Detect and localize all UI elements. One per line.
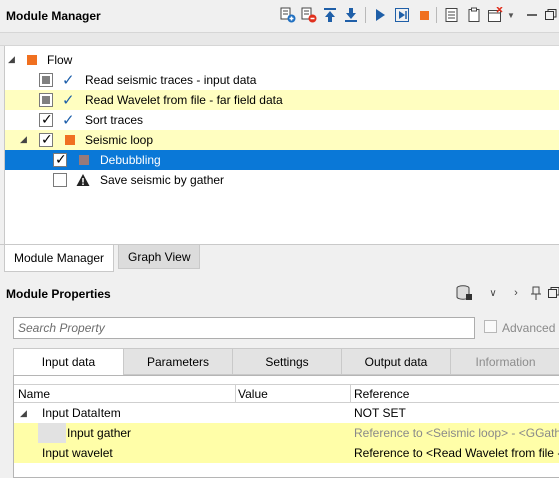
tree-item-label: Read seismic traces - input data: [85, 73, 257, 87]
module-manager-title: Module Manager: [6, 9, 101, 23]
expand-caret-icon[interactable]: ◢: [20, 134, 30, 144]
flow-icon: [27, 55, 37, 65]
property-name: Input gather: [67, 426, 132, 440]
move-down-icon[interactable]: [343, 7, 359, 23]
module-tree[interactable]: ◢ Flow ✓ Read seismic traces - input dat…: [4, 46, 559, 244]
tree-item-read-wavelet[interactable]: ✓ Read Wavelet from file - far field dat…: [5, 90, 559, 110]
module-manager-strip: [0, 32, 559, 46]
property-name: Input DataItem: [42, 406, 121, 420]
module-manager-tabs: Module Manager Graph View: [0, 244, 559, 272]
module-checkbox[interactable]: [39, 73, 53, 87]
module-checkbox[interactable]: [53, 151, 67, 168]
expand-caret-icon[interactable]: ◢: [20, 408, 30, 418]
column-header-reference[interactable]: Reference: [354, 387, 409, 401]
grid-header: Name Value Reference: [14, 384, 559, 403]
database-lock-icon[interactable]: [456, 285, 472, 301]
list-icon[interactable]: [444, 7, 460, 23]
indent-spacer: [38, 423, 66, 443]
module-icon: [79, 155, 89, 165]
checkmark-icon: ✓: [62, 72, 75, 89]
run-icon[interactable]: [372, 7, 388, 23]
module-manager-header: Module Manager ▼: [0, 0, 559, 32]
stop-icon[interactable]: [416, 7, 432, 23]
table-row[interactable]: Input gather Reference to <Seismic loop>…: [14, 423, 559, 443]
chevron-right-icon[interactable]: ›: [508, 285, 524, 301]
chevron-down-icon[interactable]: ▼: [506, 7, 516, 23]
module-properties-title: Module Properties: [6, 287, 111, 301]
tree-item-sort-traces[interactable]: ✓ Sort traces: [5, 110, 559, 130]
loop-icon: [65, 135, 75, 145]
tree-item-label: Seismic loop: [85, 133, 154, 147]
property-reference: Reference to <Read Wavelet from file -: [354, 446, 559, 460]
add-module-icon[interactable]: [280, 7, 296, 23]
chevron-down-icon[interactable]: ∨: [485, 285, 501, 301]
toolbar-separator: [436, 7, 437, 23]
advanced-label: Advanced: [502, 321, 556, 335]
checkmark-icon: ✓: [62, 92, 75, 109]
window-options-icon[interactable]: [487, 7, 503, 23]
property-grid: Name Value Reference ◢ Input DataItem NO…: [13, 375, 559, 478]
tab-module-manager[interactable]: Module Manager: [4, 245, 115, 272]
advanced-checkbox[interactable]: [484, 320, 497, 333]
restore-icon[interactable]: [543, 7, 559, 23]
tree-item-save-seismic[interactable]: Save seismic by gather: [5, 170, 559, 190]
table-row[interactable]: Input wavelet Reference to <Read Wavelet…: [14, 443, 559, 463]
tree-item-label: Read Wavelet from file - far field data: [85, 93, 283, 107]
search-property-input[interactable]: Search Property: [13, 317, 475, 339]
tree-item-read-seismic[interactable]: ✓ Read seismic traces - input data: [5, 70, 559, 90]
column-header-value[interactable]: Value: [238, 387, 268, 401]
column-header-name[interactable]: Name: [18, 387, 50, 401]
pin-icon[interactable]: [528, 285, 544, 301]
restore-icon[interactable]: [546, 285, 559, 301]
tree-item-label: Sort traces: [85, 113, 144, 127]
tree-item-seismic-loop[interactable]: ◢ Seismic loop: [5, 130, 559, 150]
tree-item-label: Flow: [47, 53, 73, 67]
warning-icon: [76, 173, 90, 187]
run-step-icon[interactable]: [394, 7, 410, 23]
module-checkbox[interactable]: [39, 93, 53, 107]
remove-module-icon[interactable]: [301, 7, 317, 23]
tree-item-label: Debubbling: [100, 153, 161, 167]
tree-item-flow[interactable]: ◢ Flow: [5, 50, 559, 70]
module-checkbox[interactable]: [53, 173, 67, 187]
minimize-icon[interactable]: [524, 7, 540, 23]
module-checkbox[interactable]: [39, 111, 53, 128]
checkmark-icon: ✓: [62, 112, 75, 129]
column-divider[interactable]: [350, 385, 351, 403]
tab-output-data[interactable]: Output data: [341, 348, 451, 375]
property-reference: NOT SET: [354, 406, 406, 420]
tab-settings[interactable]: Settings: [232, 348, 342, 375]
table-row[interactable]: ◢ Input DataItem NOT SET: [14, 403, 559, 423]
tree-item-label: Save seismic by gather: [100, 173, 225, 187]
tab-parameters[interactable]: Parameters: [123, 348, 233, 375]
expand-caret-icon[interactable]: ◢: [8, 54, 18, 64]
search-placeholder: Search Property: [18, 321, 105, 335]
module-checkbox[interactable]: [39, 131, 53, 148]
toolbar-separator: [365, 7, 366, 23]
tab-information[interactable]: Information: [450, 348, 559, 375]
tab-graph-view[interactable]: Graph View: [118, 245, 201, 269]
property-name: Input wavelet: [42, 446, 113, 460]
column-divider[interactable]: [235, 385, 236, 403]
clipboard-icon[interactable]: [466, 7, 482, 23]
move-up-icon[interactable]: [322, 7, 338, 23]
tree-item-debubbling[interactable]: Debubbling: [5, 150, 559, 170]
property-reference: Reference to <Seismic loop> - <GGather: [354, 426, 559, 440]
tab-input-data[interactable]: Input data: [13, 348, 124, 376]
